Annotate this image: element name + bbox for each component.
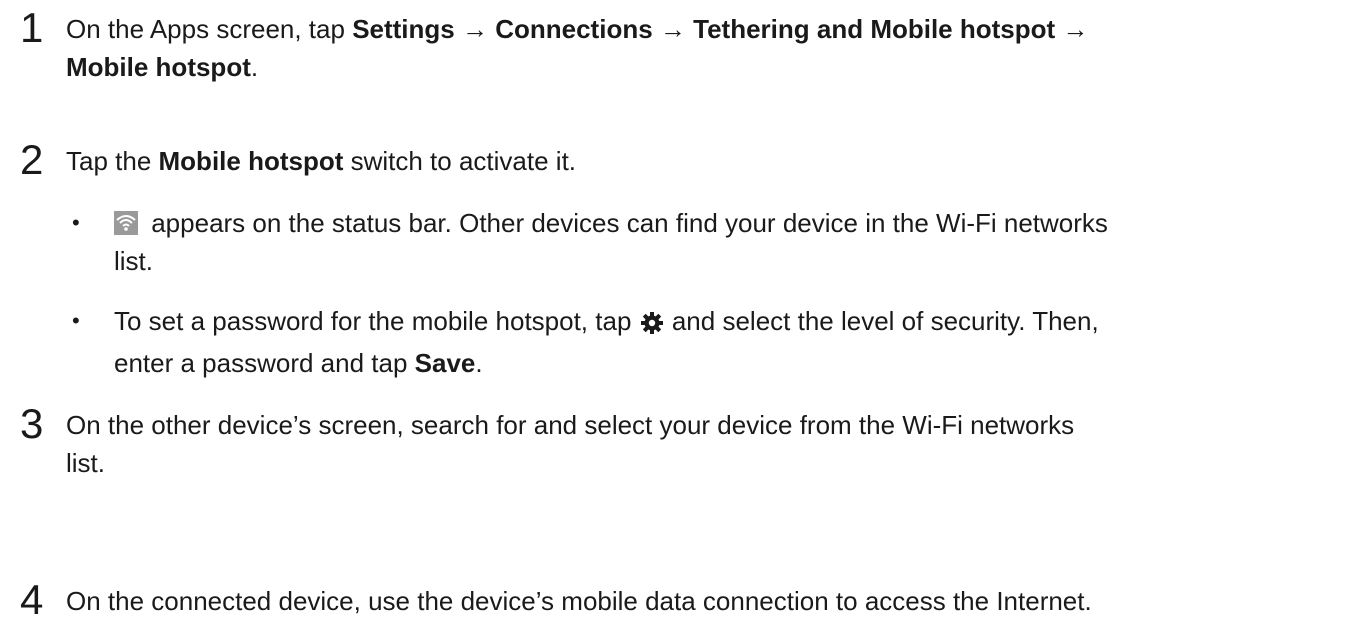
connections-term: Connections	[495, 14, 653, 44]
bullet-marker: •	[72, 210, 80, 235]
step-text-suffix: switch to activate it.	[343, 146, 577, 176]
arrow: →	[1055, 14, 1089, 44]
bullet-text: appears on the status bar. Other devices…	[114, 204, 1344, 280]
step-number: 2	[20, 136, 44, 183]
tethering-term: Tethering and Mobile hotspot	[693, 14, 1056, 44]
bullet-text-middle: and select the level of security. Then,	[664, 306, 1099, 336]
step-text-line: On the other device’s screen, search for…	[66, 410, 1075, 440]
settings-term: Settings	[352, 14, 455, 44]
bullet-text-line: appears on the status bar. Other devices…	[144, 208, 1108, 238]
arrow: →	[652, 14, 694, 44]
gear-icon	[640, 306, 663, 344]
step-text-prefix: On the Apps screen, tap	[66, 14, 353, 44]
save-term: Save	[414, 348, 476, 378]
step-text: Tap the Mobile hotspot switch to activat…	[66, 142, 1346, 180]
arrow: →	[454, 14, 496, 44]
mobile-hotspot-term: Mobile hotspot	[158, 146, 344, 176]
document-page: 1 On the Apps screen, tap Settings → Con…	[0, 0, 1359, 643]
step-number: 1	[20, 4, 44, 51]
step-text: On the Apps screen, tap Settings → Conne…	[66, 10, 1346, 86]
step-text: On the connected device, use the device’…	[66, 582, 1346, 620]
wifi-hotspot-icon	[114, 211, 138, 235]
bullet-text-line: list.	[114, 246, 153, 276]
bullet-text-prefix: To set a password for the mobile hotspot…	[114, 306, 639, 336]
bullet-text-suffix: .	[475, 348, 483, 378]
step-number: 3	[20, 400, 44, 447]
step-text-line: On the connected device, use the device’…	[66, 586, 1092, 616]
step-text: On the other device’s screen, search for…	[66, 406, 1346, 482]
step-text-suffix: .	[250, 52, 259, 82]
step-text-line: list.	[66, 448, 105, 478]
bullet-marker: •	[72, 308, 80, 333]
mobile-hotspot-term: Mobile hotspot	[66, 52, 251, 82]
bullet-text-prefix: enter a password and tap	[114, 348, 415, 378]
step-number: 4	[20, 576, 44, 623]
bullet-text: To set a password for the mobile hotspot…	[114, 302, 1344, 382]
step-text-prefix: Tap the	[66, 146, 159, 176]
